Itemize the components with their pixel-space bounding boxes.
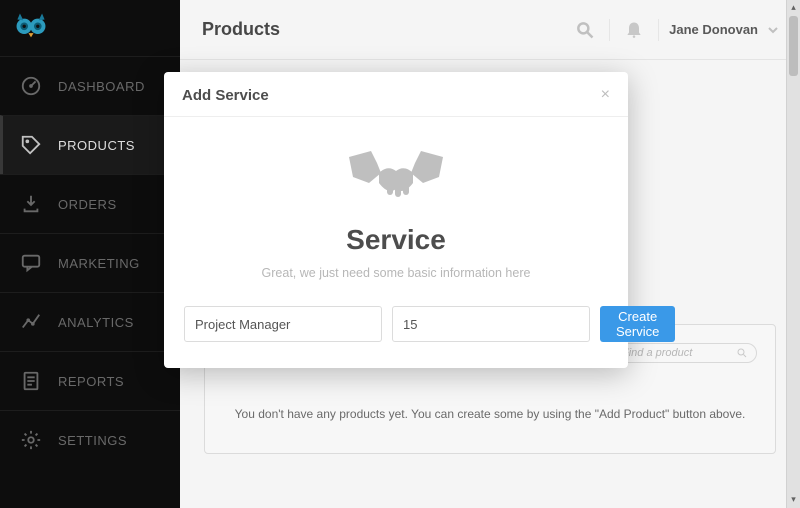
add-service-modal: Add Service × Service Great, we just nee [164,72,628,368]
modal-subtitle: Great, we just need some basic informati… [182,266,610,280]
modal-title: Add Service [182,87,269,104]
service-price-input[interactable] [392,306,590,342]
handshake-icon [182,143,610,212]
service-name-input[interactable] [184,306,382,342]
create-service-button[interactable]: Create Service [600,306,675,342]
modal-heading: Service [182,224,610,256]
close-icon[interactable]: × [601,86,610,104]
